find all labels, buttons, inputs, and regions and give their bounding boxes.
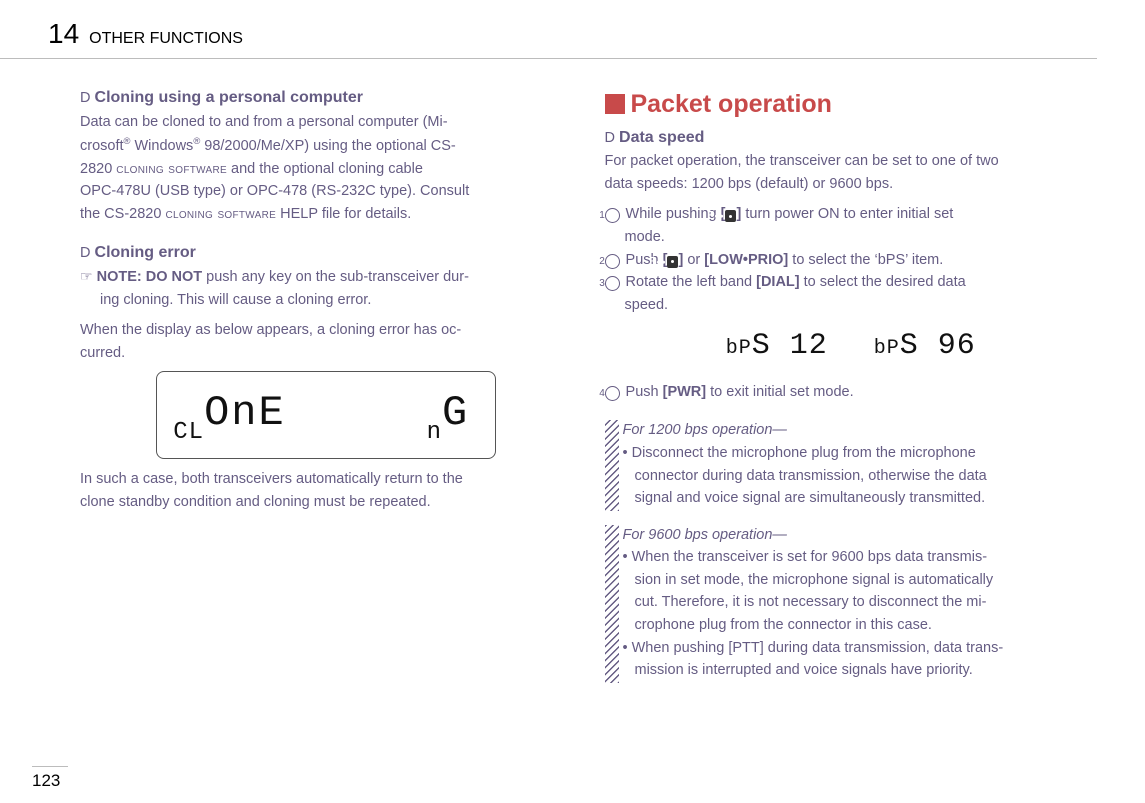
key-label: [DIAL] [756, 274, 800, 290]
list-item: 2 Push [F⊶] or [LOW•PRIO] to select the … [605, 250, 1098, 271]
circled-number-icon: 3 [605, 276, 620, 291]
body-text: crosoft® Windows® 98/2000/Me/XP) using t… [80, 134, 573, 156]
text-smallcaps: cloning software [165, 206, 276, 222]
body-text: data speeds: 1200 bps (default) or 9600 … [605, 174, 1098, 195]
lcd-display: CLOnE nG [156, 371, 496, 459]
text: Push [622, 384, 663, 400]
chapter-number: 14 [48, 18, 79, 50]
lcd-text: G [442, 389, 469, 437]
hatched-rule-icon [605, 420, 619, 510]
note-block-1200: For 1200 bps operation— • Disconnect the… [605, 420, 1098, 510]
dot-icon [729, 215, 732, 218]
section-heading: Packet operation [605, 87, 1098, 123]
text: 2820 [80, 161, 116, 177]
lcd-display-small: bPS 12 [726, 325, 828, 368]
body-text: For packet operation, the transceiver ca… [605, 151, 1098, 172]
key-label: [PWR] [663, 384, 707, 400]
subheading-data-speed: Data speed [619, 129, 704, 146]
text: When pushing [PTT] during data transmiss… [632, 640, 1004, 656]
page-number: 123 [32, 766, 68, 791]
lcd-text: CL [173, 419, 204, 446]
lcd-text: bP [726, 335, 752, 363]
section-title-text: Packet operation [631, 90, 832, 118]
body-text: crophone plug from the connector in this… [623, 615, 1098, 636]
text: Disconnect the microphone plug from the … [632, 445, 976, 461]
text: crosoft [80, 138, 124, 154]
text: to exit initial set mode. [706, 384, 854, 400]
hand-icon: ☞ [80, 268, 93, 284]
body-text: ing cloning. This will cause a cloning e… [80, 290, 573, 311]
note-bullet: • Disconnect the microphone plug from th… [623, 443, 1098, 464]
diamond-prefix: D [80, 245, 90, 261]
note-bullet: • When pushing [PTT] during data transmi… [623, 638, 1098, 659]
body-text: curred. [80, 343, 573, 364]
text: to select the ‘bPS’ item. [788, 252, 943, 268]
note-bold: NOTE: DO NOT [97, 269, 203, 285]
key-label: [LOW•PRIO] [704, 252, 788, 268]
text: to select the desired data [800, 274, 966, 290]
list-item: 1 While pushing [F⊶] turn power ON to en… [605, 204, 1098, 225]
dot-icon [671, 260, 674, 263]
body-text: 2820 cloning software and the optional c… [80, 159, 573, 180]
list-item: 3 Rotate the left band [DIAL] to select … [605, 272, 1098, 293]
circled-number-icon: 2 [605, 254, 620, 269]
text: When the transceiver is set for 9600 bps… [632, 549, 987, 565]
body-text: signal and voice signal are simultaneous… [623, 488, 1098, 509]
lcd-text: n [427, 419, 442, 446]
body-text: the CS-2820 cloning software HELP file f… [80, 204, 573, 225]
lcd-text: bP [874, 335, 900, 363]
page-header: 14 OTHER FUNCTIONS [0, 0, 1097, 59]
lcd-display-small: bPS 96 [874, 325, 976, 368]
subheading-cloning-pc: Cloning using a personal computer [95, 89, 363, 106]
body-text: mission is interrupted and voice signals… [623, 660, 1098, 681]
body-text: When the display as below appears, a clo… [80, 320, 573, 341]
note-line: ☞ NOTE: DO NOT push any key on the sub-t… [80, 267, 573, 288]
section-square-icon [605, 94, 625, 114]
body-text: Data can be cloned to and from a persona… [80, 112, 573, 133]
text: the CS-2820 [80, 206, 165, 222]
text-smallcaps: cloning software [116, 161, 227, 177]
body-text: mode. [605, 227, 1098, 248]
note-title: For 9600 bps operation— [623, 525, 1098, 546]
list-item: 4 Push [PWR] to exit initial set mode. [605, 382, 1098, 403]
left-column: D Cloning using a personal computer Data… [80, 87, 573, 683]
body-text: connector during data transmission, othe… [623, 466, 1098, 487]
body-text: speed. [605, 295, 1098, 316]
lcd-row: bPS 12 bPS 96 [605, 325, 1098, 368]
body-text: clone standby condition and cloning must… [80, 492, 573, 513]
f-key-icon: F⊶ [725, 210, 736, 222]
note-bullet: • When the transceiver is set for 9600 b… [623, 547, 1098, 568]
lcd-text: S 12 [752, 325, 828, 368]
f-key-icon: F⊶ [667, 256, 678, 268]
text: push any key on the sub-transceiver dur- [202, 269, 469, 285]
hatched-rule-icon [605, 525, 619, 683]
body-text: cut. Therefore, it is not necessary to d… [623, 592, 1098, 613]
circled-number-icon: 4 [605, 386, 620, 401]
body-text: sion in set mode, the microphone signal … [623, 570, 1098, 591]
lcd-text: S 96 [900, 325, 976, 368]
diamond-prefix: D [80, 90, 90, 106]
diamond-prefix: D [605, 130, 615, 146]
text: HELP file for details. [276, 206, 411, 222]
note-block-9600: For 9600 bps operation— • When the trans… [605, 525, 1098, 683]
subheading-cloning-error: Cloning error [95, 244, 196, 261]
body-text: OPC-478U (USB type) or OPC-478 (RS-232C … [80, 181, 573, 202]
chapter-title: OTHER FUNCTIONS [89, 30, 243, 48]
text: or [683, 252, 704, 268]
note-title: For 1200 bps operation— [623, 420, 1098, 441]
right-column: Packet operation D Data speed For packet… [605, 87, 1098, 683]
text: 98/2000/Me/XP) using the optional CS- [200, 138, 456, 154]
text: Windows [130, 138, 193, 154]
text: While pushing [622, 206, 721, 222]
text: Rotate the left band [622, 274, 757, 290]
text: turn power ON to enter initial set [741, 206, 953, 222]
body-text: In such a case, both transceivers automa… [80, 469, 573, 490]
lcd-text: OnE [204, 389, 286, 437]
circled-number-icon: 1 [605, 208, 620, 223]
text: and the optional cloning cable [227, 161, 423, 177]
